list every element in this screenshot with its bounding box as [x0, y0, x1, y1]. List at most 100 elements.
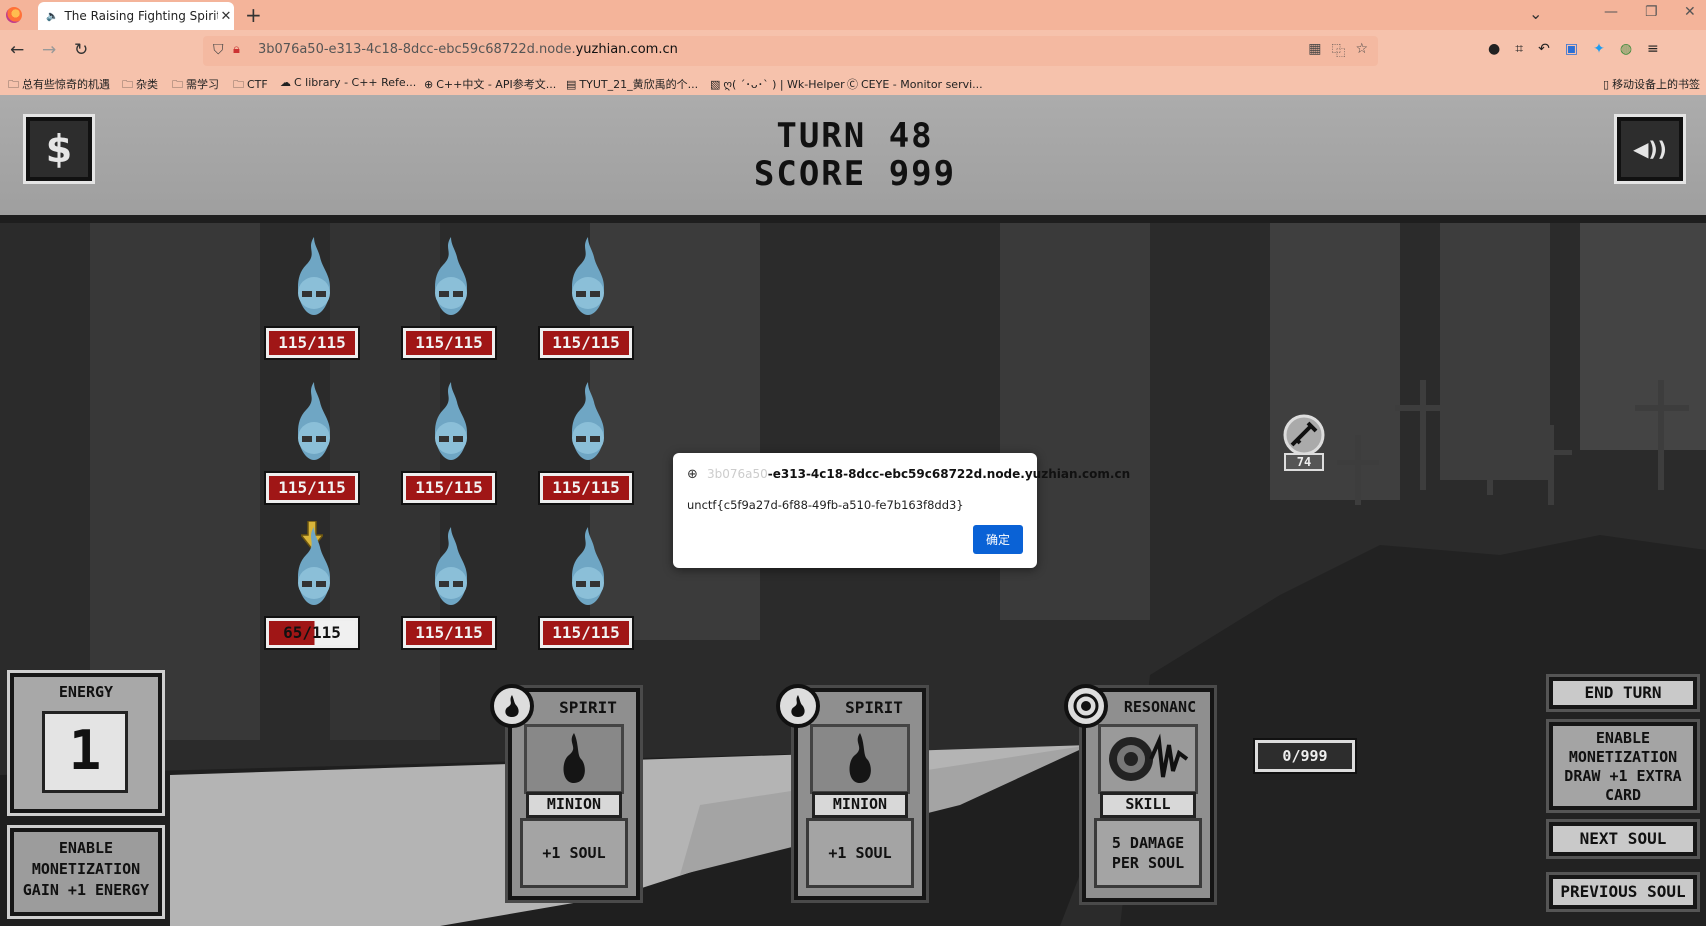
spirit-unit[interactable]: 115/115	[538, 235, 638, 365]
cplusplus-icon: ☁	[280, 76, 291, 89]
minimize-window-icon[interactable]: —	[1604, 4, 1618, 20]
extension-1-icon[interactable]: ●	[1488, 41, 1500, 57]
spirit-unit[interactable]: 115/115	[401, 380, 501, 510]
grave-cross	[1658, 380, 1664, 490]
dialog-message: unctf{c5f9a27d-6f88-49fb-a510-fe7b163f8d…	[687, 498, 964, 512]
dark-spirit-icon	[849, 733, 871, 783]
card-art	[524, 724, 624, 794]
translate-icon[interactable]: ⿻	[1331, 41, 1345, 61]
list-tabs-chevron-icon[interactable]: ⌄	[1529, 4, 1542, 23]
monetize-draw-button[interactable]: ENABLE MONETIZATION DRAW +1 EXTRA CARD	[1546, 719, 1700, 813]
bookmark-link[interactable]: ▧ ღ( ´･ᴗ･` ) | Wk-Helper	[710, 76, 845, 92]
blue-spirit-icon	[298, 527, 330, 605]
card-art	[810, 724, 910, 794]
undo-extension-icon[interactable]: ↶	[1538, 41, 1550, 57]
mobile-bookmarks[interactable]: ▯ 移动设备上的书签	[1603, 76, 1700, 92]
translate-extension-icon[interactable]: ▣	[1565, 41, 1578, 57]
bookmark-folder[interactable]: 🗀 杂类	[122, 76, 158, 95]
blue-spirit-icon	[572, 237, 604, 315]
monetize-energy-button[interactable]: ENABLE MONETIZATION GAIN +1 ENERGY	[7, 825, 165, 919]
back-arrow-icon[interactable]: ←	[10, 40, 24, 60]
bookmark-link[interactable]: Ⓒ CEYE - Monitor servi...	[847, 76, 983, 92]
crop-extension-icon[interactable]: ⌗	[1515, 41, 1523, 57]
end-turn-button[interactable]: END TURN	[1546, 674, 1700, 712]
turn-score-display: TURN 48 SCORE 999	[700, 117, 1010, 193]
boss-value: 74	[1284, 453, 1324, 471]
next-soul-button[interactable]: NEXT SOUL	[1546, 819, 1700, 859]
new-tab-button[interactable]: +	[245, 3, 262, 27]
card-description: 5 DAMAGE PER SOUL	[1094, 818, 1202, 888]
spirit-unit[interactable]: 115/115	[264, 235, 364, 365]
sound-toggle-button[interactable]: ◀))	[1614, 114, 1686, 184]
close-tab-icon[interactable]: ✕	[218, 9, 234, 24]
spirit-card[interactable]: SPIRIT MINION +1 SOUL	[776, 684, 929, 903]
forward-arrow-icon[interactable]: →	[42, 40, 56, 60]
tracking-shield-icon[interactable]: ⛉	[213, 42, 224, 58]
bookmark-folder[interactable]: 🗀 CTF	[233, 76, 268, 95]
spirit-unit[interactable]: 115/115	[401, 525, 501, 655]
resonance-card[interactable]: RESONANC SKILL 5 DAMAGE PER SOUL	[1064, 684, 1217, 905]
background-pillar	[1580, 220, 1706, 450]
card-type: SKILL	[1100, 792, 1196, 818]
reload-icon[interactable]: ↻	[74, 40, 88, 60]
app-menu-icon[interactable]: ≡	[1647, 41, 1659, 57]
previous-soul-button[interactable]: PREVIOUS SOUL	[1546, 872, 1700, 912]
bookmark-link[interactable]: ☁ C library - C++ Refe...	[280, 76, 416, 89]
insecure-lock-icon[interactable]: 🔒︎	[233, 42, 240, 57]
resonance-card-badge	[1064, 684, 1108, 728]
spirit-card-badge	[776, 684, 820, 728]
dollar-icon: $	[45, 127, 73, 171]
shop-button[interactable]: $	[23, 114, 95, 184]
spirit-hp-bar: 115/115	[401, 471, 497, 505]
qr-code-icon[interactable]: ▦	[1308, 41, 1321, 61]
grave-cross	[1355, 435, 1361, 505]
dark-flame-icon	[791, 695, 805, 717]
spirit-hp-bar: 115/115	[264, 471, 360, 505]
score-label: SCORE 999	[753, 154, 957, 194]
folder-icon: 🗀	[122, 78, 133, 91]
blue-spirit-icon	[572, 527, 604, 605]
bookmark-folder[interactable]: 🗀 需学习	[172, 76, 219, 95]
alert-dialog: ⊕ 3b076a50-e313-4c18-8dcc-ebc59c68722d.n…	[673, 453, 1130, 568]
blue-spirit-icon	[572, 382, 604, 460]
card-title: SPIRIT	[559, 698, 617, 717]
dialog-ok-button[interactable]: 确定	[973, 525, 1023, 554]
spirit-unit[interactable]: 115/115	[401, 235, 501, 365]
dark-spirit-icon	[563, 733, 585, 783]
globe-extension-icon[interactable]: ◍	[1620, 41, 1632, 57]
blue-spirit-icon	[435, 382, 467, 460]
grave-cross	[1395, 405, 1451, 411]
energy-panel: ENERGY 1	[7, 670, 165, 816]
globe-icon: ⊕	[687, 467, 698, 482]
soul-counter: 0/999	[1253, 738, 1357, 774]
url-text[interactable]: 3b076a50-e313-4c18-8dcc-ebc59c68722d.nod…	[258, 42, 678, 57]
grave-cross	[1635, 405, 1689, 411]
boss-enemy[interactable]: 74	[1278, 413, 1330, 475]
card-art	[1098, 724, 1198, 794]
browser-tab-bar: 🔈 The Raising Fighting Spirits ✕ + ⌄ — ❐…	[0, 0, 1706, 30]
csdn-icon: ▤	[566, 78, 577, 91]
spirit-hp-bar: 65/115	[264, 616, 360, 650]
bookmark-folder[interactable]: 🗀 总有些惊奇的机遇	[8, 76, 110, 95]
spirit-unit[interactable]: 115/115	[538, 525, 638, 655]
bookmark-link[interactable]: ⊕ C++中文 - API参考文...	[424, 76, 556, 92]
bird-extension-icon[interactable]: ✦	[1593, 41, 1605, 57]
grave-cross	[1420, 380, 1426, 490]
restore-window-icon[interactable]: ❐	[1645, 4, 1658, 20]
browser-nav-bar: ← → ↻ ⛉ 🔒︎ 3b076a50-e313-4c18-8dcc-ebc59…	[0, 30, 1706, 72]
bookmark-link[interactable]: ▤ TYUT_21_黄欣禹的个...	[566, 76, 698, 92]
spirit-unit-selected[interactable]: 65/115	[264, 521, 364, 655]
grave-cross	[1337, 460, 1379, 465]
active-tab[interactable]: 🔈 The Raising Fighting Spirits ✕	[38, 2, 234, 30]
firefox-logo-icon	[6, 7, 22, 23]
spirit-unit[interactable]: 115/115	[264, 380, 364, 510]
address-bar[interactable]: ⛉ 🔒︎ 3b076a50-e313-4c18-8dcc-ebc59c68722…	[203, 36, 1378, 66]
spirit-unit[interactable]: 115/115	[538, 380, 638, 510]
blue-spirit-icon	[298, 382, 330, 460]
dark-flame-icon	[505, 695, 519, 717]
target-icon	[1073, 693, 1099, 719]
bookmark-star-icon[interactable]: ☆	[1355, 41, 1368, 61]
close-window-icon[interactable]: ✕	[1684, 4, 1696, 20]
spirit-card[interactable]: SPIRIT MINION +1 SOUL	[490, 684, 643, 903]
grave-cross	[1467, 440, 1513, 446]
